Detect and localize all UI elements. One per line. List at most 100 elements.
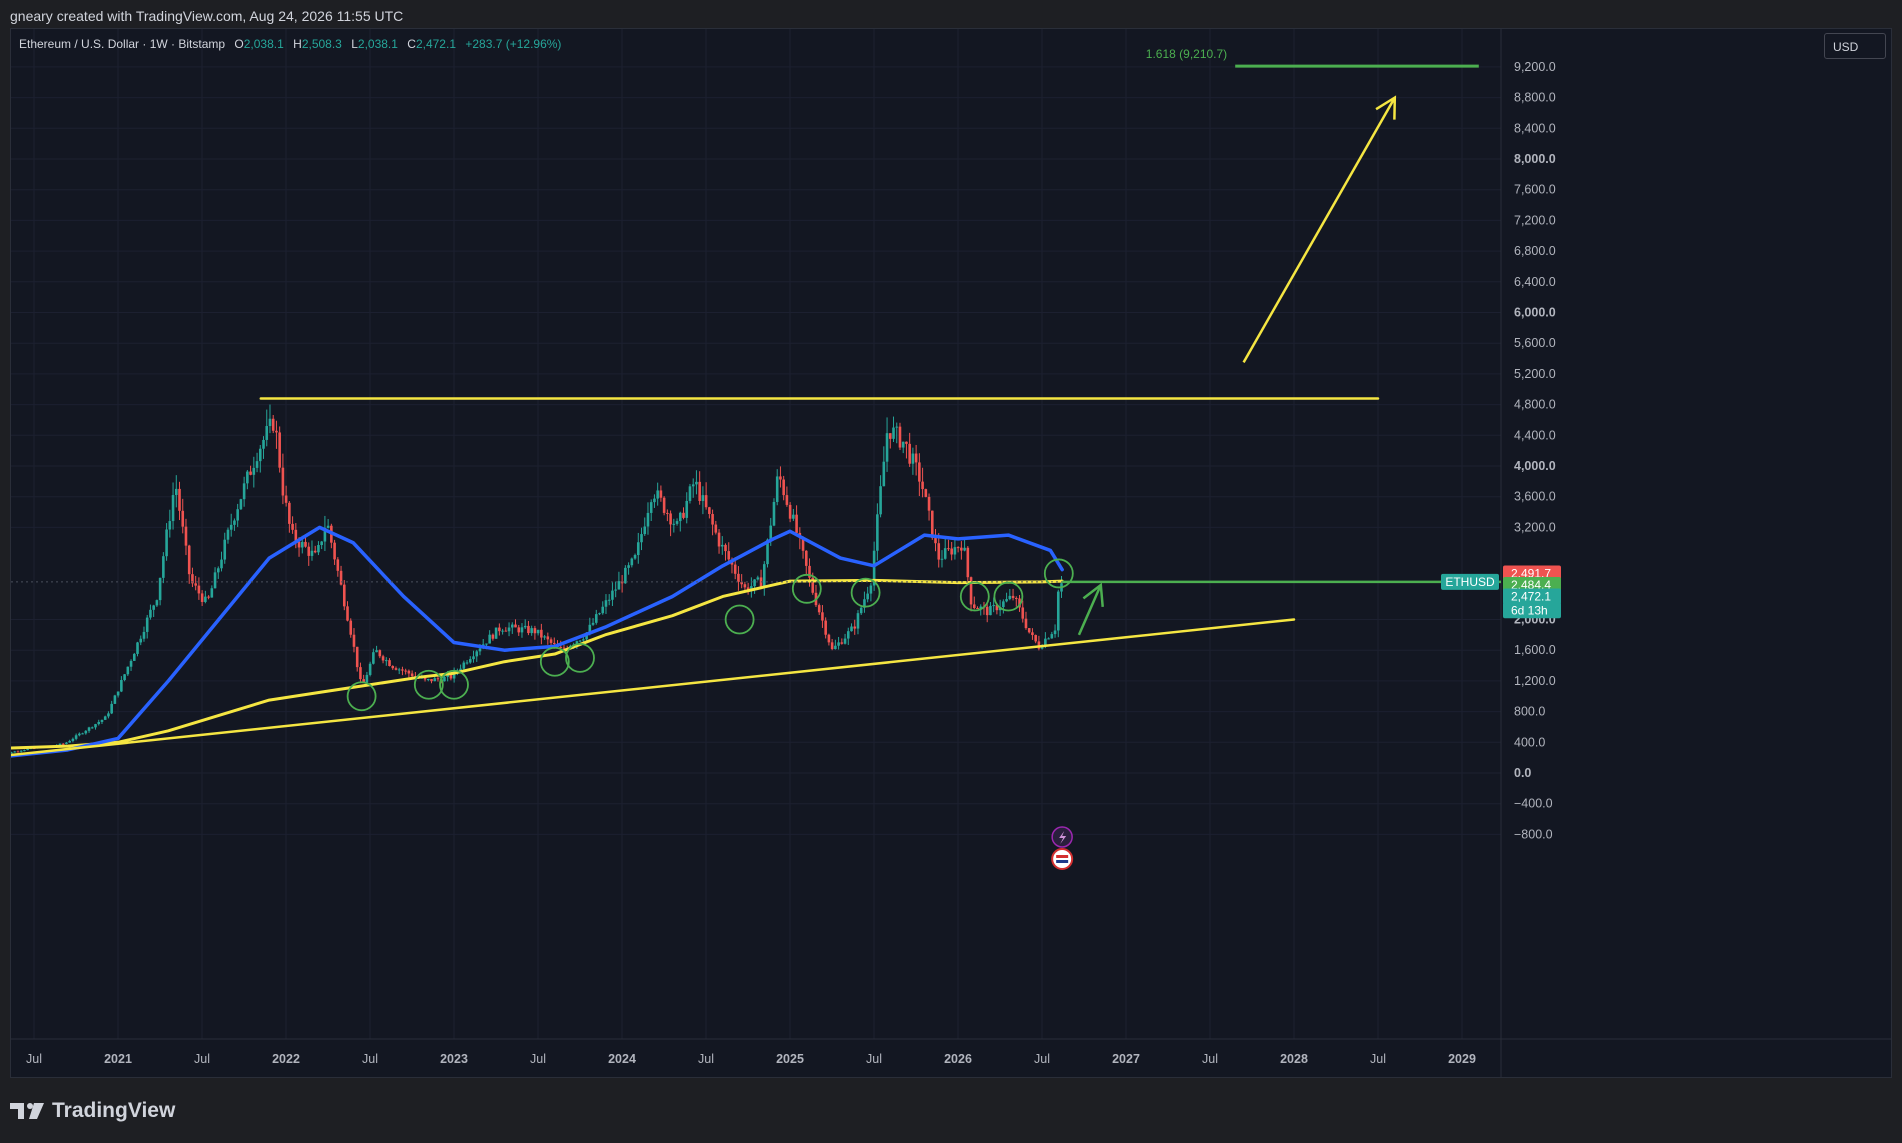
candle-body [562, 647, 566, 649]
x-tick-label: Jul [194, 1052, 210, 1066]
x-tick-label: Jul [362, 1052, 378, 1066]
candle-body [504, 630, 508, 632]
candle-body [666, 512, 669, 514]
candle-body [753, 579, 756, 587]
candle-body [733, 564, 737, 574]
open-label: O [234, 37, 244, 51]
candle-body [116, 691, 120, 696]
candle-body [262, 439, 265, 449]
candle-body [966, 547, 970, 578]
candle-body [653, 498, 656, 503]
candle-body [1008, 595, 1012, 600]
x-tick-label: 2029 [1448, 1052, 1476, 1066]
candle-body [488, 634, 491, 644]
candle-body [113, 695, 117, 704]
candle-body [333, 542, 336, 560]
close-value: 2,472.1 [415, 37, 456, 51]
candle-body [326, 525, 330, 528]
candle-body [711, 513, 714, 525]
candle-body [252, 467, 256, 475]
candle-body [23, 750, 26, 752]
candle-body [410, 673, 414, 677]
candle-body [372, 652, 375, 664]
y-tick-label: 6,000.0 [1514, 306, 1556, 320]
candle-body [129, 660, 133, 667]
y-tick-label: 3,200.0 [1514, 520, 1556, 534]
symbol-tag-text: ETHUSD [1445, 575, 1495, 589]
candle-body [355, 646, 359, 668]
y-tick-label: 7,600.0 [1514, 183, 1556, 197]
candle-body [536, 629, 540, 634]
candle-body [84, 730, 88, 734]
x-tick-label: 2025 [776, 1052, 804, 1066]
candle-body [698, 481, 701, 501]
touch-circle [993, 581, 1024, 612]
candle-body [436, 678, 440, 680]
candle-body [578, 640, 582, 642]
candle-body [255, 461, 259, 468]
price-chart[interactable]: 9,200.0 8,800.0 8,400.0 8,000.0 7,600.0 7,200… [11, 29, 1891, 1077]
candle-body [769, 525, 773, 540]
candle-body [876, 514, 879, 551]
candle-body [856, 613, 860, 629]
low-value: 2,038.1 [357, 37, 398, 51]
candle-body [892, 427, 895, 439]
candle-body [543, 636, 546, 638]
candle-body [162, 556, 165, 578]
candle-body [120, 680, 123, 692]
candle-body [898, 426, 902, 448]
candle-body [1021, 607, 1025, 619]
candle-body [187, 545, 191, 575]
candle-body [320, 541, 323, 546]
candle-body [1005, 599, 1008, 602]
candle-body [213, 572, 217, 589]
candle-body [384, 660, 388, 662]
tradingview-logo-icon [10, 1103, 44, 1119]
candle-body [882, 461, 886, 487]
candle-body [498, 627, 501, 632]
candle-body [494, 627, 498, 639]
candle-body [976, 607, 979, 609]
candle-body [843, 638, 847, 644]
y-tick-label: 1,600.0 [1514, 643, 1556, 657]
candle-body [953, 547, 957, 555]
candle-body [233, 520, 236, 525]
candle-body [16, 751, 20, 753]
candle-body [74, 735, 78, 739]
candle-body [885, 433, 889, 462]
candle-body [132, 653, 136, 661]
y-tick-label: 400.0 [1514, 735, 1545, 749]
candle-body [1056, 591, 1060, 631]
candle-body [1053, 630, 1057, 635]
candle-body [216, 568, 220, 573]
touch-circle [565, 642, 595, 673]
chart-frame[interactable]: 9,200.0 8,800.0 8,400.0 8,000.0 7,600.0 7,200… [10, 28, 1892, 1078]
candle-body [61, 743, 65, 745]
candle-body [475, 651, 479, 657]
candle-body [485, 643, 488, 645]
candle-body [530, 628, 533, 634]
candle-body [394, 668, 398, 670]
candle-body [985, 606, 989, 616]
candle-body [947, 548, 950, 550]
candle-body [168, 521, 172, 530]
candle-body [152, 605, 155, 610]
candle-body [1050, 634, 1054, 639]
candle-body [90, 727, 94, 729]
candle-body [552, 642, 556, 644]
candle-body [1027, 628, 1031, 633]
y-tick-label: 5,600.0 [1514, 336, 1556, 350]
x-tick-label: 2026 [944, 1052, 972, 1066]
us-flag-stripe-icon [1056, 855, 1069, 858]
currency-button[interactable]: USD [1824, 33, 1886, 59]
candle-body [275, 430, 278, 433]
candle-body [19, 750, 23, 752]
sma-fast-line [11, 525, 1064, 758]
chart-legend: Ethereum / U.S. Dollar · 1W · Bitstamp O… [19, 37, 561, 51]
candle-body [888, 433, 892, 439]
candle-body [271, 418, 275, 431]
x-tick-label: 2024 [608, 1052, 636, 1066]
candle-body [695, 481, 698, 485]
y-tick-label: 8,400.0 [1514, 121, 1556, 135]
candle-body [869, 585, 873, 594]
